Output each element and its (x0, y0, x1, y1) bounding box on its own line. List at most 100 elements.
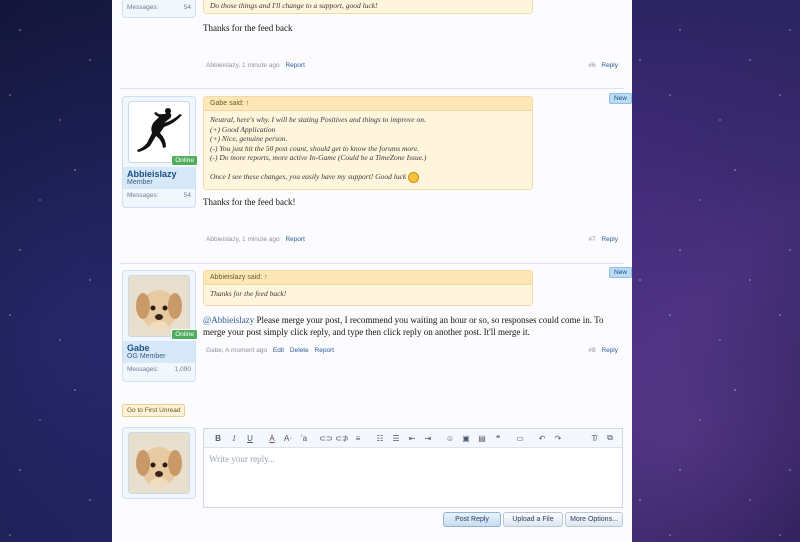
stats-label: Messages: (127, 4, 159, 11)
post-meta: Abbieislazy, 1 minute ago Report (206, 236, 305, 243)
bold-icon[interactable]: B (210, 434, 226, 443)
clear-format-icon[interactable]: T̸ (586, 434, 602, 443)
italic-icon[interactable]: I (226, 434, 242, 443)
user-stats: Messages: 54 (123, 1, 195, 14)
post-time[interactable]: 1 minute ago (242, 236, 280, 243)
user-title: Member (127, 179, 153, 186)
report-link[interactable]: Report (285, 62, 305, 69)
upload-file-button[interactable]: Upload a File (503, 512, 563, 527)
quote-line: (-) Do more reports, more active In-Game… (210, 153, 427, 162)
user-title: OG Member (127, 353, 166, 360)
username-link[interactable]: Gabe (127, 343, 150, 353)
post-meta-right: #7 Reply (588, 236, 618, 243)
code-icon[interactable]: ▭ (512, 434, 528, 443)
post-content: @Abbieislazy Please merge your post, I r… (203, 314, 615, 338)
post-number[interactable]: #7 (588, 236, 595, 243)
username-link[interactable]: Abbieislazy (127, 169, 177, 179)
post-reply-button[interactable]: Post Reply (443, 512, 501, 527)
undo-icon[interactable]: ↶ (534, 434, 550, 443)
underline-icon[interactable]: U (242, 434, 258, 443)
image-icon[interactable]: ▣ (458, 434, 474, 443)
outdent-icon[interactable]: ⇤ (404, 434, 420, 443)
quote-author-link[interactable]: Abbieislazy said: ↑ (204, 271, 532, 285)
stats-value: 54 (183, 192, 191, 199)
new-badge: New (608, 93, 632, 104)
stats-label: Messages: (127, 366, 159, 373)
quote-line: (+) Good Application (210, 124, 276, 134)
user-info: Gabe OG Member (123, 341, 195, 362)
post-content: Thanks for the feed back (203, 23, 293, 33)
smilie-icon[interactable]: ☺ (442, 434, 458, 443)
grin-smilie-icon (408, 171, 420, 183)
align-icon[interactable]: ≡ (350, 434, 366, 443)
post-divider (120, 263, 624, 264)
post-text: Please merge your post, I recommend you … (203, 315, 604, 337)
report-link[interactable]: Report (315, 347, 335, 354)
reply-editor[interactable]: B I U A A· ʼa ⊂⊃ ⊂⊅ ≡ ☷ ☰ ⇤ ⇥ ☺ ▣ ▤ ❝ ▭ … (203, 428, 623, 508)
reply-link[interactable]: Reply (601, 347, 618, 354)
quote-spacer (210, 163, 526, 172)
post-time[interactable]: A moment ago (225, 347, 267, 354)
quote-text: Thanks for the feed back! (210, 289, 287, 298)
stats-value: 54 (183, 4, 191, 11)
reply-user-block (122, 427, 196, 499)
user-block-partial: Messages: 54 (122, 0, 196, 18)
indent-icon[interactable]: ⇥ (420, 434, 436, 443)
stats-value: 1,090 (174, 366, 191, 373)
post-number[interactable]: #8 (588, 347, 595, 354)
unlink-icon[interactable]: ⊂⊅ (334, 434, 350, 443)
report-link[interactable]: Report (285, 236, 305, 243)
user-stats: Messages: 1,090 (123, 362, 195, 376)
reply-link[interactable]: Reply (601, 62, 618, 69)
post-meta-right: #6 Reply (588, 62, 618, 69)
avatar[interactable]: Online (128, 101, 198, 166)
quote-block: Abbieislazy said: ↑ Thanks for the feed … (203, 270, 533, 306)
font-size-icon[interactable]: A· (280, 434, 296, 443)
puppy-avatar-icon (129, 433, 189, 493)
link-icon[interactable]: ⊂⊃ (318, 434, 334, 443)
go-to-first-unread-button[interactable]: Go to First Unread (122, 404, 186, 417)
quote-block: Do those things and I'll change to a sup… (203, 0, 533, 14)
quote-line: Once I see these changes, you easily hav… (210, 171, 526, 183)
post-time[interactable]: 1 minute ago (242, 62, 280, 69)
remove-format-icon[interactable]: ʼa (296, 434, 312, 443)
post-meta: Gabe, A moment ago Edit Delete Report (206, 347, 335, 354)
media-icon[interactable]: ▤ (474, 434, 490, 443)
user-mention-link[interactable]: @Abbieislazy (203, 315, 254, 325)
post-author-link[interactable]: Gabe (206, 347, 222, 354)
delete-link[interactable]: Delete (290, 347, 309, 354)
bullet-list-icon[interactable]: ☷ (372, 434, 388, 443)
quote-text: Do those things and I'll change to a sup… (210, 1, 378, 10)
quote-block: Gabe said: ↑ Neutral, here's why. I will… (203, 96, 533, 190)
online-badge: Online (171, 329, 198, 340)
dancer-silhouette-icon (137, 108, 182, 152)
thread-page: Messages: 54 Do those things and I'll ch… (112, 0, 632, 542)
post-author-link[interactable]: Abbieislazy (206, 62, 238, 69)
toggle-bbcode-icon[interactable]: ⧉ (602, 433, 618, 443)
post-meta: Abbieislazy, 1 minute ago Report (206, 62, 305, 69)
post-content: Thanks for the feed back! (203, 197, 296, 207)
post-divider (120, 88, 624, 89)
redo-icon[interactable]: ↷ (550, 434, 566, 443)
editor-toolbar: B I U A A· ʼa ⊂⊃ ⊂⊅ ≡ ☷ ☰ ⇤ ⇥ ☺ ▣ ▤ ❝ ▭ … (204, 429, 622, 448)
puppy-avatar-icon (129, 276, 189, 336)
quote-line: (-) You just hit the 50 post count, shou… (210, 143, 420, 153)
user-info: Abbieislazy Member (123, 167, 195, 188)
numbered-list-icon[interactable]: ☰ (388, 434, 404, 443)
quote-text: Neutral, here's why. I will be stating P… (204, 111, 532, 189)
reply-textarea[interactable]: Write your reply... (204, 448, 622, 470)
reply-link[interactable]: Reply (601, 236, 618, 243)
user-block: Online Gabe OG Member Messages: 1,090 (122, 270, 198, 382)
new-badge: New (608, 267, 632, 278)
quote-line: Neutral, here's why. I will be stating P… (210, 115, 426, 124)
text-color-icon[interactable]: A (264, 434, 280, 443)
post-meta-right: #8 Reply (588, 347, 618, 354)
avatar[interactable]: Online (128, 275, 198, 340)
more-options-button[interactable]: More Options... (565, 512, 623, 527)
edit-link[interactable]: Edit (273, 347, 284, 354)
post-author-link[interactable]: Abbieislazy (206, 236, 238, 243)
stats-label: Messages: (127, 192, 159, 199)
post-number[interactable]: #6 (588, 62, 595, 69)
quote-author-link[interactable]: Gabe said: ↑ (204, 97, 532, 111)
quote-icon[interactable]: ❝ (490, 434, 506, 443)
